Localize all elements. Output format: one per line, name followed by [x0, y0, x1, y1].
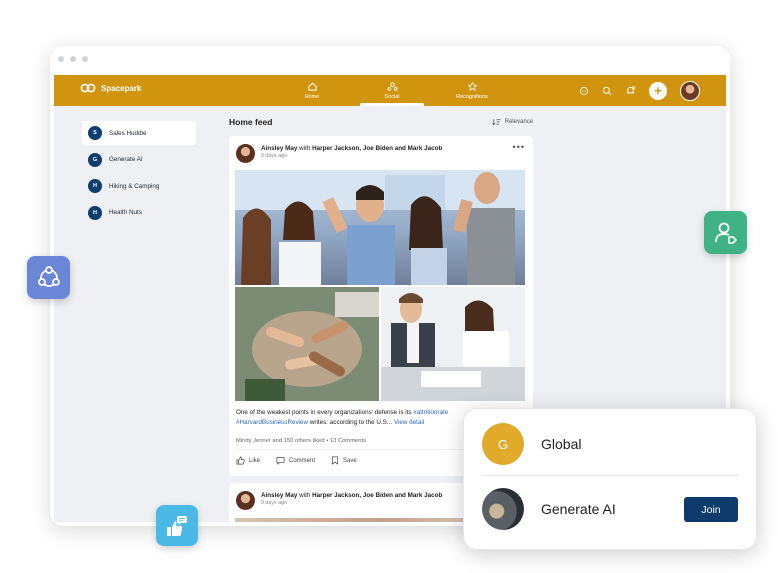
- window-dot[interactable]: [82, 56, 88, 62]
- post-image-hands[interactable]: [235, 287, 379, 401]
- author-avatar[interactable]: [236, 144, 255, 163]
- sidebar-item-hiking-camping[interactable]: H Hiking & Camping: [82, 174, 196, 198]
- create-button[interactable]: +: [649, 81, 667, 100]
- community-badge: [27, 256, 70, 299]
- post-author-line: Ainsley May with Harper Jackson, Joe Bid…: [261, 491, 442, 500]
- comment-icon: [276, 456, 285, 465]
- window-dot[interactable]: [58, 56, 64, 62]
- group-avatar: G: [88, 152, 102, 167]
- sidebar-item-label: Health Nuts: [109, 209, 142, 216]
- search-icon[interactable]: [602, 86, 612, 96]
- author-name[interactable]: Ainsley May: [261, 145, 297, 152]
- group-suggestion-card: G Global Generate AI Join: [463, 408, 757, 550]
- star-icon: [467, 81, 477, 91]
- logo-text: Spacepark: [101, 83, 142, 93]
- divider: [482, 475, 738, 476]
- nav-recognitions-label: Recognitions: [456, 94, 488, 100]
- hashtag-link[interactable]: #attritionrate: [413, 409, 448, 416]
- feed-header: Home feed Relevance: [229, 117, 533, 127]
- window-dot[interactable]: [70, 56, 76, 62]
- post-author-line: Ainsley May with Harper Jackson, Joe Bid…: [261, 144, 442, 153]
- sidebar-item-generate-ai[interactable]: G Generate AI: [82, 148, 196, 172]
- thumbs-up-icon: [236, 456, 245, 465]
- post-stats: Mindy Jenner and 150 others liked • 13 C…: [236, 438, 366, 444]
- hands-photo-graphic: [235, 287, 379, 401]
- group-avatar: G: [482, 423, 524, 465]
- author-name[interactable]: Ainsley May: [261, 492, 297, 499]
- thumbs-up-chat-icon: [167, 515, 187, 536]
- post-text-line2: writes: according to the U.S...: [309, 418, 393, 426]
- app-logo[interactable]: Spacepark: [80, 83, 141, 93]
- like-button[interactable]: Like: [236, 456, 260, 465]
- meeting-photo-graphic: [381, 287, 525, 401]
- group-avatar-image: [482, 488, 524, 530]
- post-header: Ainsley May with Harper Jackson, Joe Bid…: [236, 491, 442, 510]
- bookmark-icon: [331, 456, 339, 465]
- feed-title: Home feed: [229, 117, 273, 127]
- likes-summary[interactable]: Mindy Jenner and 150 others liked: [236, 438, 325, 444]
- group-avatar: H: [88, 205, 102, 220]
- nav-recognitions[interactable]: Recognitions: [432, 75, 512, 106]
- group-row-generate-ai[interactable]: Generate AI: [482, 488, 616, 530]
- topbar-actions: +: [579, 75, 700, 106]
- groups-sidebar: S Sales Huddle G Generate AI H Hiking & …: [82, 121, 196, 227]
- like-label: Like: [249, 457, 261, 464]
- group-row-global[interactable]: G Global: [482, 423, 581, 465]
- plus-icon: +: [654, 83, 662, 98]
- post-image-meeting[interactable]: [381, 287, 525, 401]
- sort-label: Relevance: [504, 119, 533, 125]
- sidebar-item-label: Hiking & Camping: [109, 182, 160, 190]
- sidebar-item-label: Generate AI: [109, 156, 143, 163]
- nav-home[interactable]: Home: [272, 75, 352, 106]
- team-photo-graphic: [235, 170, 525, 285]
- user-tag-icon: [714, 222, 737, 244]
- sort-icon: [491, 119, 501, 126]
- with-word: with: [299, 492, 311, 499]
- more-options-icon[interactable]: •••: [513, 142, 525, 152]
- nav-social-label: Social: [384, 94, 400, 100]
- tagged-people[interactable]: Harper Jackson, Joe Biden and Mark Jacob: [312, 145, 442, 152]
- group-avatar: H: [88, 179, 102, 193]
- stats-separator: •: [326, 438, 329, 444]
- save-button[interactable]: Save: [331, 456, 357, 465]
- notifications-icon[interactable]: [625, 85, 636, 96]
- home-icon: [307, 82, 317, 91]
- nav-social[interactable]: Social: [352, 75, 432, 106]
- sort-dropdown[interactable]: Relevance: [491, 118, 533, 126]
- comment-button[interactable]: Comment: [276, 456, 315, 465]
- social-icon: [386, 82, 398, 91]
- chat-icon[interactable]: [579, 86, 589, 96]
- post-text-line1: One of the weakest points in every organ…: [236, 409, 412, 416]
- sidebar-item-sales-huddle[interactable]: S Sales Huddle: [82, 121, 196, 145]
- view-detail-link[interactable]: View detail: [394, 419, 424, 426]
- group-name: Generate AI: [541, 501, 616, 517]
- sidebar-item-label: Sales Huddle: [109, 129, 147, 137]
- comment-label: Comment: [289, 457, 316, 464]
- community-icon: [37, 265, 60, 287]
- post-image-team[interactable]: [235, 170, 525, 285]
- tagged-people[interactable]: Harper Jackson, Joe Biden and Mark Jacob: [312, 492, 442, 499]
- hashtag-link[interactable]: #HarvardBusinessReview: [236, 419, 308, 426]
- save-label: Save: [343, 457, 357, 464]
- comments-count[interactable]: 13 Comments: [330, 438, 366, 444]
- post-timestamp: 9 days ago: [261, 153, 287, 159]
- group-avatar: S: [88, 126, 102, 140]
- group-name: Global: [541, 436, 582, 452]
- top-navigation-bar: Spacepark Home Social Recognitions +: [54, 75, 726, 106]
- spacepark-logo-icon: [80, 83, 96, 93]
- nav-home-label: Home: [304, 94, 320, 100]
- window-controls: [58, 56, 88, 62]
- post-actions: Like Comment Save: [236, 456, 357, 465]
- user-tag-badge: [704, 211, 747, 254]
- user-avatar[interactable]: [680, 80, 700, 101]
- author-avatar[interactable]: [236, 491, 255, 510]
- with-word: with: [299, 145, 311, 152]
- main-nav: Home Social Recognitions: [272, 75, 512, 106]
- post-timestamp: 9 days ago: [261, 500, 287, 506]
- sidebar-item-health-nuts[interactable]: H Health Nuts: [82, 201, 196, 225]
- post-header: Ainsley May with Harper Jackson, Joe Bid…: [236, 144, 442, 163]
- join-button[interactable]: Join: [684, 497, 738, 522]
- like-badge: [156, 505, 198, 546]
